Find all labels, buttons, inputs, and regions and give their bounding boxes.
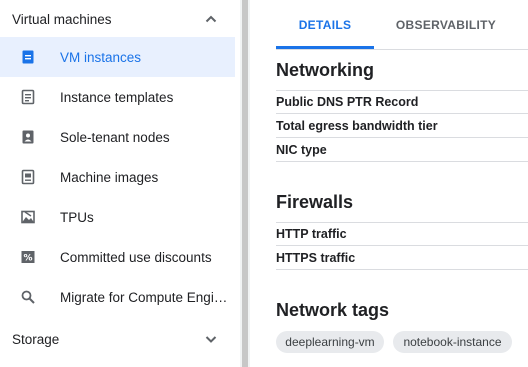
percent-icon: % — [20, 249, 36, 265]
field-label-https-traffic: HTTPS traffic — [276, 246, 528, 270]
sidebar-item-label: VM instances — [60, 49, 142, 65]
tpu-icon — [20, 209, 36, 225]
field-label-http-traffic: HTTP traffic — [276, 222, 528, 246]
section-title: Storage — [12, 331, 60, 347]
section-header-virtual-machines[interactable]: Virtual machines — [0, 0, 240, 38]
sidebar-item-vm-instances[interactable]: VM instances — [0, 37, 235, 77]
section-title-networking: Networking — [276, 60, 375, 80]
section-title: Virtual machines — [12, 11, 112, 27]
tab-details[interactable]: DETAILS — [276, 0, 374, 49]
sidebar: Virtual machines VM instances Instance t… — [0, 0, 240, 367]
chevron-down-icon[interactable] — [204, 332, 218, 346]
sidebar-item-machine-images[interactable]: Machine images — [0, 157, 235, 197]
sidebar-item-label: TPUs — [60, 209, 94, 225]
sidebar-item-label: Machine images — [60, 169, 159, 185]
field-label-nic-type: NIC type — [276, 138, 528, 162]
template-icon — [20, 89, 36, 105]
field-label-egress-bandwidth-tier: Total egress bandwidth tier — [276, 114, 528, 138]
section-header-storage[interactable]: Storage — [0, 320, 240, 358]
section-title-network-tags: Network tags — [276, 300, 390, 320]
field-label-public-dns-ptr: Public DNS PTR Record — [276, 90, 528, 114]
active-tab-indicator — [276, 46, 374, 49]
chevron-up-icon[interactable] — [204, 12, 218, 26]
tab-bar: DETAILS OBSERVABILITY — [276, 0, 528, 50]
search-icon — [20, 289, 36, 305]
sole-tenant-icon — [20, 129, 36, 145]
machine-image-icon — [20, 169, 36, 185]
section-title-firewalls: Firewalls — [276, 192, 354, 212]
sidebar-item-label: Committed use discounts — [60, 249, 212, 265]
network-tag-chip: notebook-instance — [393, 331, 512, 353]
sidebar-item-instance-templates[interactable]: Instance templates — [0, 77, 235, 117]
details-panel: DETAILS OBSERVABILITY Networking Public … — [250, 0, 528, 367]
vm-instance-icon — [20, 49, 36, 65]
tab-observability[interactable]: OBSERVABILITY — [386, 0, 506, 49]
svg-text:%: % — [23, 254, 32, 264]
sidebar-item-committed-use-discounts[interactable]: % Committed use discounts — [0, 237, 235, 277]
sidebar-scrollbar-thumb[interactable] — [242, 0, 248, 367]
network-tag-chip: deeplearning-vm — [276, 331, 384, 353]
sidebar-item-migrate-for-compute-engine[interactable]: Migrate for Compute Engi… — [0, 277, 235, 317]
sidebar-item-sole-tenant-nodes[interactable]: Sole-tenant nodes — [0, 117, 235, 157]
sidebar-item-label: Migrate for Compute Engi… — [60, 289, 228, 305]
sidebar-item-label: Sole-tenant nodes — [60, 129, 170, 145]
sidebar-item-label: Instance templates — [60, 89, 174, 105]
sidebar-item-tpus[interactable]: TPUs — [0, 197, 235, 237]
